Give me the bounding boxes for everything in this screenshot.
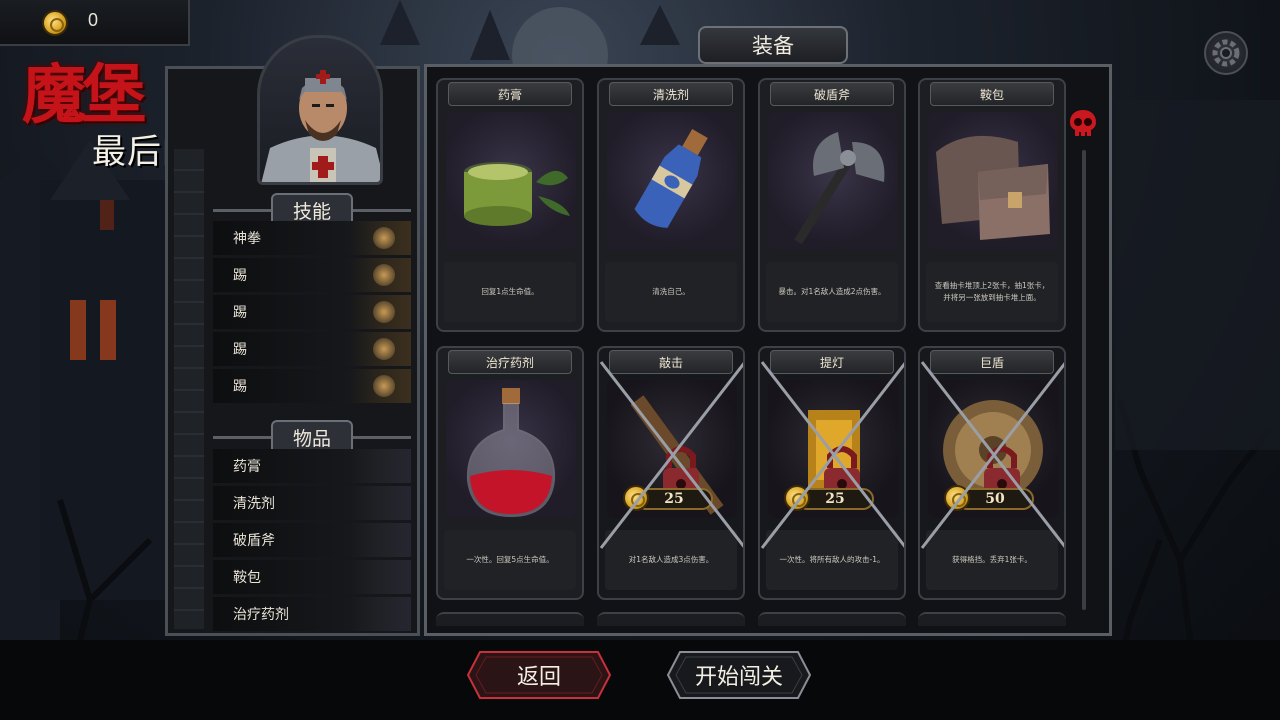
card-title: 提灯 [770,350,894,374]
skill-row[interactable]: 踢 [213,295,411,329]
items-list: 药膏 清洗剂 破盾斧 鞍包 治疗药剂 [213,449,411,634]
cleanser-bottle-icon [607,112,737,250]
equipment-card[interactable]: 破盾斧 暴击。对1名敌人造成2点伤害。 [758,78,906,332]
ointment-icon [349,449,411,483]
settings-gear-icon[interactable] [1204,31,1248,75]
thumb-glow [373,338,395,360]
price-value: 25 [825,491,845,507]
item-row[interactable]: 清洗剂 [213,486,411,520]
card-description: 一次性。将所有敌人的攻击-1。 [766,530,898,590]
item-label: 药膏 [233,459,261,475]
next-row-card-peek [758,612,906,626]
next-row-card-peek [918,612,1066,626]
item-row[interactable]: 鞍包 [213,560,411,594]
item-label: 破盾斧 [233,533,275,549]
thumb-glow [373,301,395,323]
card-description: 获得格挡。丢弃1张卡。 [926,530,1058,590]
kick-icon [349,258,411,292]
item-label: 鞍包 [233,570,261,586]
item-label: 清洗剂 [233,496,275,512]
saddlebag-icon [928,112,1058,250]
item-row[interactable]: 药膏 [213,449,411,483]
item-row[interactable]: 破盾斧 [213,523,411,557]
axe-icon [768,112,898,250]
start-button-label: 开始闯关 [694,665,783,690]
thumb-glow [373,264,395,286]
locked-equipment-card[interactable]: 提灯 25 一次性。将所有敌人的攻击-1。 [758,346,906,600]
skill-label: 踢 [233,305,247,321]
skull-icon [1070,110,1096,136]
card-title: 敲击 [609,350,733,374]
equipment-scrollbar[interactable] [1082,150,1086,610]
card-description: 回复1点生命值。 [444,262,576,322]
fist-icon [349,221,411,255]
card-title: 鞍包 [930,82,1054,106]
price-tag: 50 [944,485,1034,511]
thumb-glow [373,227,395,249]
card-title: 清洗剂 [609,82,733,106]
gold-amount: 0 [88,10,99,30]
card-title: 药膏 [448,82,572,106]
gold-coin-icon [944,485,970,511]
axe-icon [349,523,411,557]
equipment-card[interactable]: 清洗剂 清洗自己。 [597,78,745,332]
skill-row[interactable]: 神拳 [213,221,411,255]
card-title: 破盾斧 [770,82,894,106]
skill-label: 踢 [233,379,247,395]
skill-label: 踢 [233,342,247,358]
card-description: 一次性。回复5点生命值。 [444,530,576,590]
equipment-card[interactable]: 药膏 回复1点生命值。 [436,78,584,332]
kick-icon [349,369,411,403]
equipment-card[interactable]: 鞍包 查看抽卡堆顶上2张卡，抽1张卡，并将另一张放到抽卡堆上面。 [918,78,1066,332]
next-row-card-peek [597,612,745,626]
locked-equipment-card[interactable]: 巨盾 50 获得格挡。丢弃1张卡。 [918,346,1066,600]
gold-coin-icon [623,485,649,511]
back-button[interactable]: 返回 [466,650,612,700]
card-description: 查看抽卡堆顶上2张卡，抽1张卡，并将另一张放到抽卡堆上面。 [926,262,1058,322]
next-row-card-peek [436,612,584,626]
item-row[interactable]: 治疗药剂 [213,597,411,631]
skills-list: 神拳 踢 踢 踢 踢 [213,221,411,406]
card-description: 清洗自己。 [605,262,737,322]
hero-portrait [257,35,383,185]
ointment-icon [446,112,576,250]
item-label: 治疗药剂 [233,607,289,623]
game-logo: 魔堡 [22,58,146,133]
equipment-card[interactable]: 治疗药剂 一次性。回复5点生命值。 [436,346,584,600]
card-description: 对1名敌人造成3点伤害。 [605,530,737,590]
thumb-glow [373,375,395,397]
skill-label: 踢 [233,268,247,284]
skill-row[interactable]: 踢 [213,332,411,366]
skill-row[interactable]: 踢 [213,258,411,292]
equipment-title: 装备 [698,26,848,64]
start-stage-button[interactable]: 开始闯关 [666,650,812,700]
healing-potion-icon [446,380,576,518]
bottle-icon [349,486,411,520]
price-value: 25 [664,491,684,507]
saddlebag-icon [349,560,411,594]
card-title: 治疗药剂 [448,350,572,374]
card-description: 暴击。对1名敌人造成2点伤害。 [766,262,898,322]
panel-rail [174,149,204,629]
skill-row[interactable]: 踢 [213,369,411,403]
potion-icon [349,597,411,631]
back-button-label: 返回 [516,665,561,690]
locked-equipment-card[interactable]: 敲击 25 对1名敌人造成3点伤害。 [597,346,745,600]
gold-counter: 0 [0,0,190,46]
price-value: 50 [985,491,1005,507]
gold-coin-icon [42,10,68,36]
skill-label: 神拳 [233,231,261,247]
gold-coin-icon [784,485,810,511]
kick-icon [349,332,411,366]
card-title: 巨盾 [930,350,1054,374]
price-tag: 25 [784,485,874,511]
kick-icon [349,295,411,329]
price-tag: 25 [623,485,713,511]
